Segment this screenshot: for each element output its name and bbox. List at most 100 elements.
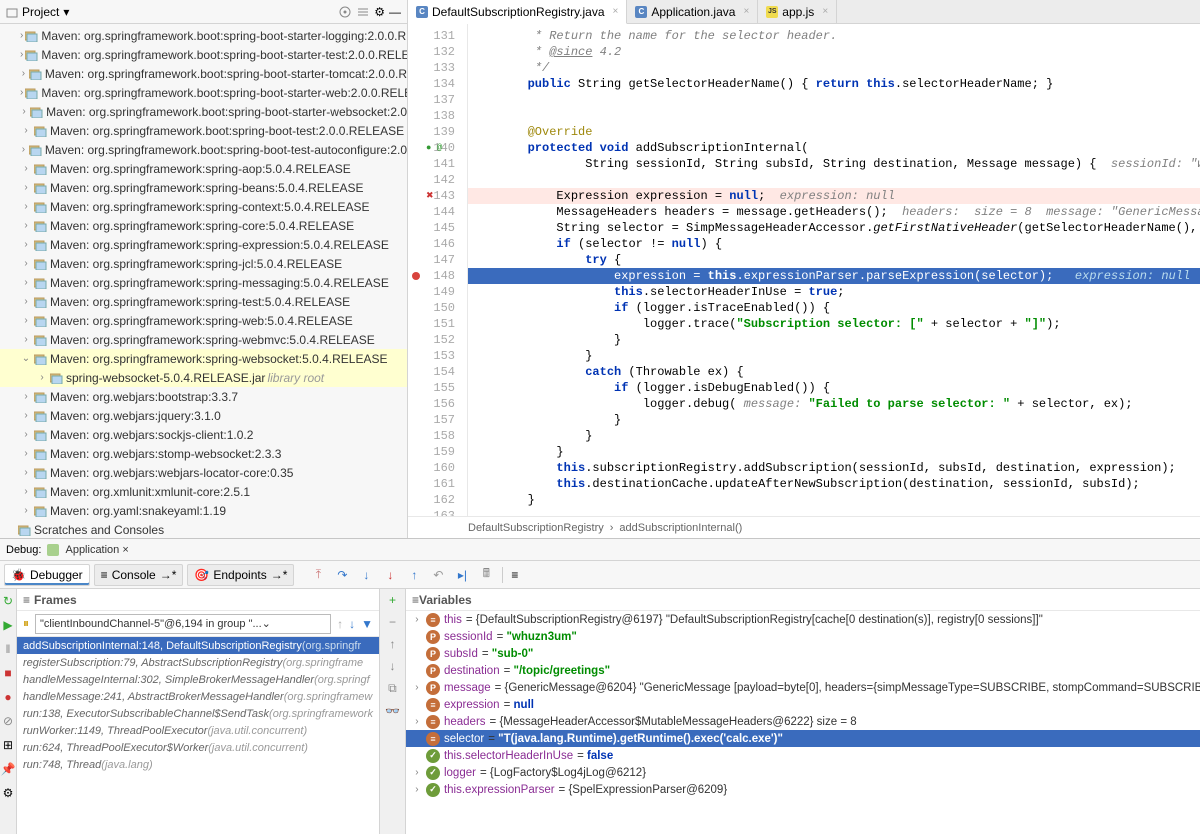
code-line[interactable]: } — [468, 428, 1200, 444]
code-line[interactable]: * Return the name for the selector heade… — [468, 28, 1200, 44]
up-icon[interactable]: ↑ — [389, 637, 395, 651]
tree-item[interactable]: ⌄Maven: org.springframework:spring-webso… — [0, 349, 407, 368]
step-over-icon[interactable]: ↷ — [334, 567, 350, 583]
close-tab-icon[interactable]: × — [613, 6, 619, 17]
code-line[interactable] — [468, 92, 1200, 108]
variable-row[interactable]: ≡ expression = null — [406, 696, 1200, 713]
pin-icon[interactable]: 📌 — [0, 761, 16, 777]
project-tree[interactable]: ›Maven: org.springframework.boot:spring-… — [0, 24, 407, 538]
tree-item[interactable]: ›Maven: org.yaml:snakeyaml:1.19 — [0, 501, 407, 520]
tab-debugger[interactable]: 🐞 Debugger — [4, 564, 90, 586]
tree-item[interactable]: ›Maven: org.webjars:stomp-websocket:2.3.… — [0, 444, 407, 463]
tree-item[interactable]: ›Maven: org.springframework.boot:spring-… — [0, 64, 407, 83]
variable-row[interactable]: P destination = "/topic/greetings" — [406, 662, 1200, 679]
code-line[interactable]: } — [468, 492, 1200, 508]
debug-app-name[interactable]: Application × — [65, 544, 128, 556]
pause-icon[interactable]: ‖ — [0, 641, 16, 657]
tree-item[interactable]: ›Maven: org.springframework.boot:spring-… — [0, 45, 407, 64]
stack-frame[interactable]: run:624, ThreadPoolExecutor$Worker (java… — [17, 739, 379, 756]
code-line[interactable]: catch (Throwable ex) { — [468, 364, 1200, 380]
tree-item[interactable]: ›Maven: org.webjars:sockjs-client:1.0.2 — [0, 425, 407, 444]
variable-row[interactable]: ›≡ this = {DefaultSubscriptionRegistry@6… — [406, 611, 1200, 628]
code-line[interactable]: MessageHeaders headers = message.getHead… — [468, 204, 1200, 220]
target-icon[interactable] — [338, 5, 352, 19]
close-tab-icon[interactable]: × — [743, 6, 749, 17]
collapse-icon[interactable] — [356, 5, 370, 19]
code-line[interactable]: try { — [468, 252, 1200, 268]
next-frame-icon[interactable]: ↓ — [349, 617, 355, 631]
stack-frame[interactable]: run:748, Thread (java.lang) — [17, 756, 379, 773]
code-line[interactable]: @Override — [468, 124, 1200, 140]
stack-frame[interactable]: handleMessageInternal:302, SimpleBrokerM… — [17, 671, 379, 688]
code-line[interactable]: expression = this.expressionParser.parse… — [468, 268, 1200, 284]
code-line[interactable]: */ — [468, 60, 1200, 76]
variable-row[interactable]: ›✓ logger = {LogFactory$Log4jLog@6212} — [406, 764, 1200, 781]
code-line[interactable]: logger.debug( message: "Failed to parse … — [468, 396, 1200, 412]
mute-bp-icon[interactable]: ⊘ — [0, 713, 16, 729]
code-line[interactable]: protected void addSubscriptionInternal( — [468, 140, 1200, 156]
resume-icon[interactable]: ▶ — [0, 617, 16, 633]
breakpoint-icon[interactable] — [412, 272, 420, 280]
run-to-cursor-icon[interactable]: ▸| — [454, 567, 470, 583]
filter-frames-icon[interactable]: ▼ — [361, 617, 373, 631]
tree-item[interactable]: ›Maven: org.springframework:spring-aop:5… — [0, 159, 407, 178]
copy-icon[interactable]: ⧉ — [388, 681, 397, 696]
code-line[interactable] — [468, 508, 1200, 516]
drop-frame-icon[interactable]: ↶ — [430, 567, 446, 583]
code-line[interactable]: public String getSelectorHeaderName() { … — [468, 76, 1200, 92]
stack-frame[interactable]: runWorker:1149, ThreadPoolExecutor (java… — [17, 722, 379, 739]
code-line[interactable]: this.subscriptionRegistry.addSubscriptio… — [468, 460, 1200, 476]
add-watch-icon[interactable]: + — [389, 593, 396, 607]
variable-row[interactable]: ›≡ headers = {MessageHeaderAccessor$Muta… — [406, 713, 1200, 730]
tree-item[interactable]: ›Maven: org.springframework.boot:spring-… — [0, 140, 407, 159]
tree-item[interactable]: Scratches and Consoles — [0, 520, 407, 538]
stack-frame[interactable]: handleMessage:241, AbstractBrokerMessage… — [17, 688, 379, 705]
code-line[interactable]: if (selector != null) { — [468, 236, 1200, 252]
project-dropdown[interactable]: Project ▾ — [6, 5, 69, 19]
close-tab-icon[interactable]: × — [822, 6, 828, 17]
breakpoints-icon[interactable]: ● — [0, 689, 16, 705]
code-line[interactable]: } — [468, 332, 1200, 348]
restore-layout-icon[interactable]: ⊞ — [0, 737, 16, 753]
tree-item[interactable]: ›Maven: org.springframework:spring-jcl:5… — [0, 254, 407, 273]
code-line[interactable]: if (logger.isDebugEnabled()) { — [468, 380, 1200, 396]
watches-toggle-icon[interactable]: 👓 — [385, 704, 400, 718]
code-line[interactable] — [468, 172, 1200, 188]
tree-item[interactable]: ›Maven: org.springframework.boot:spring-… — [0, 83, 407, 102]
tree-item[interactable]: ›Maven: org.xmlunit:xmlunit-core:2.5.1 — [0, 482, 407, 501]
remove-watch-icon[interactable]: − — [389, 615, 396, 629]
code-line[interactable]: * @since 4.2 — [468, 44, 1200, 60]
prev-frame-icon[interactable]: ↑ — [337, 617, 343, 631]
evaluate-icon[interactable]: 🖩 — [478, 567, 494, 583]
variable-row[interactable]: ≡ selector = "T(java.lang.Runtime).getRu… — [406, 730, 1200, 747]
editor-tab[interactable]: CApplication.java× — [627, 0, 758, 23]
stack-frame[interactable]: run:138, ExecutorSubscribableChannel$Sen… — [17, 705, 379, 722]
thread-selector[interactable]: "clientInboundChannel-5"@6,194 in group … — [35, 614, 331, 634]
code-line[interactable]: this.selectorHeaderInUse = true; — [468, 284, 1200, 300]
settings-icon[interactable]: ⚙ — [374, 5, 385, 19]
tree-item[interactable]: ›Maven: org.springframework:spring-beans… — [0, 178, 407, 197]
code-line[interactable]: String selector = SimpMessageHeaderAcces… — [468, 220, 1200, 236]
tree-item[interactable]: ›Maven: org.webjars:jquery:3.1.0 — [0, 406, 407, 425]
rerun-icon[interactable]: ↻ — [0, 593, 16, 609]
tree-item[interactable]: ›Maven: org.springframework:spring-expre… — [0, 235, 407, 254]
tree-item[interactable]: ›Maven: org.springframework:spring-web:5… — [0, 311, 407, 330]
editor-tab[interactable]: JSapp.js× — [758, 0, 837, 23]
tree-item[interactable]: ›spring-websocket-5.0.4.RELEASE.jar libr… — [0, 368, 407, 387]
tree-item[interactable]: ›Maven: org.springframework.boot:spring-… — [0, 102, 407, 121]
force-step-into-icon[interactable]: ↓ — [382, 567, 398, 583]
tab-console[interactable]: ≡ Console →* — [94, 564, 184, 586]
variable-row[interactable]: P subsId = "sub-0" — [406, 645, 1200, 662]
code-line[interactable]: } — [468, 412, 1200, 428]
stop-icon[interactable]: ■ — [0, 665, 16, 681]
stack-frame[interactable]: registerSubscription:79, AbstractSubscri… — [17, 654, 379, 671]
variable-row[interactable]: ›✓ this.expressionParser = {SpelExpressi… — [406, 781, 1200, 798]
editor-tab[interactable]: CDefaultSubscriptionRegistry.java× — [408, 0, 627, 24]
breadcrumb[interactable]: DefaultSubscriptionRegistry › addSubscri… — [408, 516, 1200, 538]
tree-item[interactable]: ›Maven: org.webjars:webjars-locator-core… — [0, 463, 407, 482]
code-line[interactable]: } — [468, 348, 1200, 364]
tree-item[interactable]: ›Maven: org.springframework.boot:spring-… — [0, 26, 407, 45]
code-line[interactable]: String sessionId, String subsId, String … — [468, 156, 1200, 172]
stack-frame[interactable]: addSubscriptionInternal:148, DefaultSubs… — [17, 637, 379, 654]
variable-row[interactable]: ✓ this.selectorHeaderInUse = false — [406, 747, 1200, 764]
